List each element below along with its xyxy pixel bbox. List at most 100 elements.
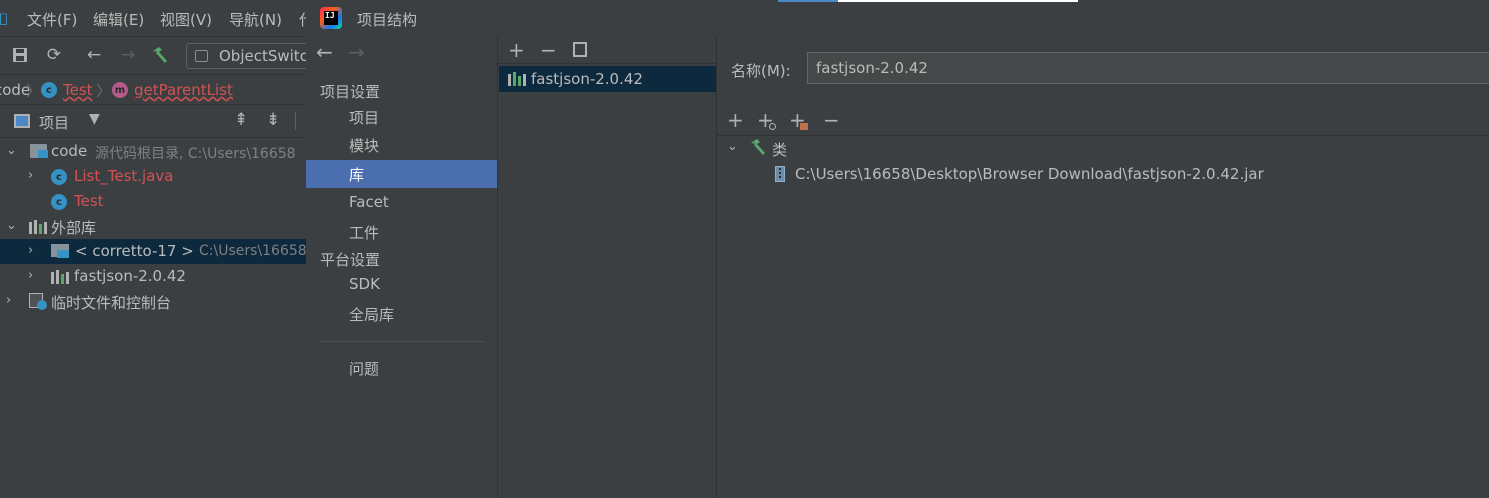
chevron-down-icon[interactable]: ⌄ [6, 143, 17, 158]
tree-label: < corretto-17 > [75, 242, 194, 260]
breadcrumb-method[interactable]: getParentList [134, 81, 233, 99]
library-list-item[interactable]: fastjson-2.0.42 [499, 66, 716, 92]
chevron-down-icon[interactable]: ⌄ [727, 139, 738, 154]
back-arrow-icon[interactable]: ← [316, 40, 333, 64]
app-icon: ◧ [0, 9, 9, 27]
menu-file[interactable]: 文件(F) [27, 9, 77, 30]
class-path: C:\Users\16658\Desktop\Browser Download\… [795, 165, 1264, 183]
remove-icon[interactable]: − [540, 38, 557, 62]
project-view-label[interactable]: 项目 [39, 112, 69, 133]
nav-item-label: SDK [349, 275, 380, 293]
chevron-right-icon[interactable]: › [28, 243, 33, 258]
menu-bar: ◧ 文件(F) 编辑(E) 视图(V) 导航(N) 代 [0, 0, 320, 36]
sync-icon[interactable]: ⟳ [44, 45, 64, 65]
add-icon[interactable]: + [727, 108, 744, 132]
tree-hint: C:\Users\16658 [199, 243, 307, 259]
run-config-selector[interactable]: ObjectSwitch [186, 43, 326, 69]
nav-divider [320, 341, 485, 342]
project-tree: ⌄ code 源代码根目录, C:\Users\16658 › c List_T… [0, 138, 320, 498]
main-toolbar: ⟳ ← → ObjectSwitch [0, 36, 326, 74]
breadcrumb-separator: 〉 [96, 82, 112, 100]
hammer-icon [749, 138, 767, 160]
tree-row-test[interactable]: c Test [0, 189, 320, 214]
nav-header-project-settings: 项目设置 [320, 83, 381, 101]
nav-item-facets[interactable]: Facet [306, 189, 497, 217]
nav-header-platform-settings: 平台设置 [320, 251, 381, 269]
save-icon[interactable] [10, 45, 30, 65]
tree-row-external-libraries[interactable]: ⌄ 外部库 [0, 214, 320, 239]
run-config-label: ObjectSwitch [219, 47, 318, 65]
toolbar-divider [295, 112, 296, 130]
breadcrumb-test[interactable]: Test [63, 81, 93, 99]
classes-label: 类 [772, 141, 788, 159]
tree-row-code[interactable]: ⌄ code 源代码根目录, C:\Users\16658 [0, 139, 320, 164]
collapse-all-icon[interactable]: ⇟ [266, 110, 280, 130]
build-hammer-icon[interactable] [150, 45, 170, 65]
library-icon [51, 270, 69, 284]
tree-row-list-test[interactable]: › c List_Test.java [0, 164, 320, 189]
jar-badge-icon [800, 123, 808, 130]
jdk-badge-icon [57, 250, 69, 258]
library-name: fastjson-2.0.42 [531, 70, 643, 88]
class-icon: c [51, 194, 67, 210]
nav-item-sdk[interactable]: SDK [306, 271, 497, 299]
tree-label: code [51, 142, 88, 160]
remove-icon[interactable]: − [823, 108, 840, 132]
back-arrow-icon[interactable]: ← [84, 45, 104, 65]
nav-item-global-libraries[interactable]: 全局库 [306, 300, 497, 328]
forward-arrow-icon[interactable]: → [348, 40, 365, 64]
menu-view[interactable]: 视图(V) [160, 9, 212, 30]
chevron-right-icon[interactable]: › [6, 293, 11, 308]
menu-navigate[interactable]: 导航(N) [229, 9, 282, 30]
name-label: 名称(M): [731, 62, 791, 80]
forward-arrow-icon[interactable]: → [118, 45, 138, 65]
nav-item-artifacts[interactable]: 工件 [306, 218, 497, 246]
library-list-toolbar: + − [498, 36, 718, 64]
chevron-right-icon[interactable]: › [28, 268, 33, 283]
module-badge-icon [38, 150, 48, 158]
nav-item-label: 项目 [349, 109, 380, 127]
project-tool-window-header: 项目 ▼ ⇞ ⇟ [0, 104, 320, 138]
breadcrumb-separator: 〉 [26, 82, 42, 100]
tree-label: 临时文件和控制台 [51, 294, 172, 312]
class-icon: c [41, 82, 57, 98]
settings-nav: ← → 项目设置 项目 模块 库 Facet 工件 平台设置 SDK 全局库 问… [306, 36, 497, 498]
nav-item-libraries[interactable]: 库 [306, 160, 497, 188]
nav-item-modules[interactable]: 模块 [306, 131, 497, 159]
nav-item-label: 全局库 [349, 306, 395, 324]
tree-row-fastjson[interactable]: › fastjson-2.0.42 [0, 264, 320, 289]
tree-label: List_Test.java [74, 167, 174, 185]
add-icon[interactable]: + [508, 38, 525, 62]
class-icon: c [51, 169, 67, 185]
tree-label: fastjson-2.0.42 [74, 267, 186, 285]
chevron-down-icon[interactable]: ▼ [89, 111, 100, 127]
library-icon [508, 72, 526, 86]
tree-row-classes[interactable]: ⌄ 类 [717, 136, 1489, 161]
library-icon [29, 220, 47, 234]
nav-item-project[interactable]: 项目 [306, 103, 497, 131]
nav-item-label: 库 [349, 166, 365, 184]
chevron-down-icon[interactable]: ⌄ [6, 218, 17, 233]
tree-label: 外部库 [51, 219, 97, 237]
run-config-icon [195, 50, 208, 62]
copy-icon[interactable] [573, 42, 587, 57]
tree-row-corretto[interactable]: › < corretto-17 > C:\Users\16658 [0, 239, 320, 264]
nav-item-problems[interactable]: 问题 [306, 354, 497, 382]
clock-badge-icon [37, 300, 47, 310]
tree-row-class-path[interactable]: C:\Users\16658\Desktop\Browser Download\… [717, 162, 1489, 187]
jar-file-icon [775, 166, 785, 182]
title-accent-bar [778, 0, 838, 2]
nav-item-label: 模块 [349, 137, 380, 155]
library-name-input[interactable] [807, 52, 1489, 84]
nav-item-label: Facet [349, 193, 389, 211]
tree-row-scratches[interactable]: › 临时文件和控制台 [0, 289, 320, 314]
expand-all-icon[interactable]: ⇞ [234, 110, 248, 130]
title-accent-bar [838, 0, 1078, 2]
chevron-right-icon[interactable]: › [28, 168, 33, 183]
menu-edit[interactable]: 编辑(E) [93, 9, 144, 30]
ide-window: ◧ 文件(F) 编辑(E) 视图(V) 导航(N) 代 ⟳ ← → Object… [0, 0, 326, 498]
dialog-title: 项目结构 [357, 11, 418, 29]
attach-badge-icon [769, 123, 776, 130]
intellij-logo-icon: IJ [320, 7, 342, 29]
library-roots-tree: ⌄ 类 C:\Users\16658\Desktop\Browser Downl… [717, 136, 1489, 498]
